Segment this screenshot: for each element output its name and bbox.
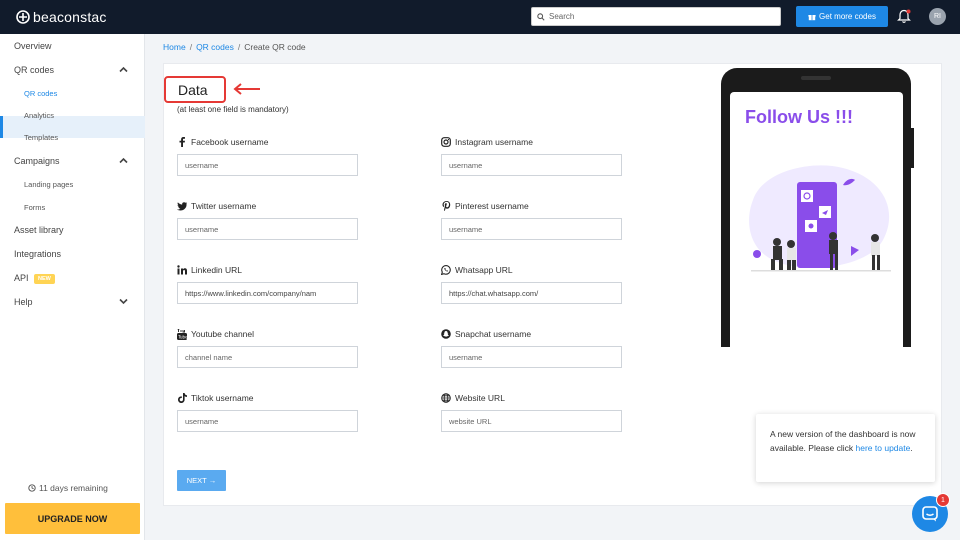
globe-icon	[441, 393, 451, 403]
sidebar-item-templates[interactable]: Templates	[24, 133, 58, 142]
brand-name: beaconstac	[33, 9, 107, 25]
tiktok-label: Tiktok username	[177, 393, 254, 403]
chat-unread-badge: 1	[936, 493, 950, 507]
facebook-label-text: Facebook username	[191, 137, 269, 147]
facebook-username-input[interactable]	[177, 154, 358, 176]
beaconstac-logo-icon	[16, 10, 30, 24]
sidebar-item-landing-pages[interactable]: Landing pages	[24, 180, 73, 189]
breadcrumb: Home / QR codes / Create QR code	[163, 42, 306, 52]
twitter-username-input[interactable]	[177, 218, 358, 240]
youtube-label-text: Youtube channel	[191, 329, 255, 339]
update-link[interactable]: here to update	[856, 443, 911, 453]
whatsapp-icon	[441, 265, 451, 275]
website-label-text: Website URL	[455, 393, 505, 403]
instagram-label: Instagram username	[441, 137, 533, 147]
search-box[interactable]	[531, 7, 781, 26]
chevron-up-icon[interactable]	[119, 66, 128, 73]
youtube-label: Tube Youtube channel	[177, 328, 255, 340]
breadcrumb-qr-codes[interactable]: QR codes	[196, 42, 234, 52]
social-media-illustration	[749, 165, 891, 272]
pinterest-icon	[441, 201, 451, 211]
sidebar-item-api[interactable]: API	[14, 273, 29, 283]
youtube-icon: Tube	[177, 328, 187, 340]
upgrade-now-button[interactable]: UPGRADE NOW	[5, 503, 140, 534]
brand-logo[interactable]: beaconstac	[16, 9, 107, 25]
whatsapp-url-input[interactable]	[441, 282, 622, 304]
tiktok-label-text: Tiktok username	[191, 393, 254, 403]
pinterest-username-input[interactable]	[441, 218, 622, 240]
sidebar-item-qr-codes[interactable]: QR codes	[14, 65, 54, 75]
twitter-label: Twitter username	[177, 201, 256, 211]
youtube-channel-input[interactable]	[177, 346, 358, 368]
sidebar-active-highlight	[0, 116, 145, 138]
clock-icon	[28, 484, 36, 492]
new-badge: NEW	[34, 274, 55, 284]
next-button[interactable]: NEXT →	[177, 470, 226, 491]
tiktok-icon	[177, 393, 187, 403]
sidebar: Overview QR codes QR codes Analytics Tem…	[0, 34, 145, 540]
whatsapp-label: Whatsapp URL	[441, 265, 513, 275]
phone-side-button	[911, 128, 914, 168]
top-navbar: beaconstac Get more codes RI	[0, 0, 960, 34]
pinterest-label: Pinterest username	[441, 201, 529, 211]
linkedin-icon	[177, 265, 187, 275]
whatsapp-label-text: Whatsapp URL	[455, 265, 513, 275]
search-input[interactable]	[549, 12, 769, 21]
snapchat-label: Snapchat username	[441, 329, 531, 339]
sidebar-item-qr-codes-list[interactable]: QR codes	[24, 89, 57, 98]
phone-speaker	[801, 76, 831, 80]
sidebar-item-overview[interactable]: Overview	[14, 41, 52, 51]
sidebar-item-asset-library[interactable]: Asset library	[14, 225, 64, 235]
pinterest-label-text: Pinterest username	[455, 201, 529, 211]
user-avatar[interactable]: RI	[929, 8, 946, 25]
breadcrumb-current: Create QR code	[244, 42, 306, 52]
instagram-icon	[441, 137, 451, 147]
chevron-up-icon[interactable]	[119, 157, 128, 164]
snapchat-username-input[interactable]	[441, 346, 622, 368]
instagram-label-text: Instagram username	[455, 137, 533, 147]
sidebar-item-help[interactable]: Help	[14, 297, 33, 307]
gift-icon	[808, 14, 816, 20]
linkedin-label-text: Linkedin URL	[191, 265, 243, 275]
notifications-bell-icon[interactable]	[897, 9, 911, 29]
get-more-codes-button[interactable]: Get more codes	[796, 6, 888, 27]
twitter-label-text: Twitter username	[191, 201, 257, 211]
section-title: Data	[164, 76, 226, 103]
snapchat-label-text: Snapchat username	[455, 329, 532, 339]
instagram-username-input[interactable]	[441, 154, 622, 176]
facebook-icon	[177, 137, 187, 147]
search-icon	[537, 12, 545, 21]
linkedin-label: Linkedin URL	[177, 265, 242, 275]
breadcrumb-home[interactable]: Home	[163, 42, 186, 52]
sidebar-item-campaigns[interactable]: Campaigns	[14, 156, 60, 166]
linkedin-url-input[interactable]	[177, 282, 358, 304]
twitter-icon	[177, 201, 187, 211]
days-remaining-text: 11 days remaining	[39, 483, 108, 493]
preview-headline: Follow Us !!!	[745, 107, 853, 127]
chevron-down-icon[interactable]	[119, 298, 128, 305]
chat-icon	[922, 506, 938, 522]
get-more-codes-label: Get more codes	[819, 12, 876, 21]
update-notification-popup: A new version of the dashboard is now av…	[756, 414, 935, 482]
sidebar-item-integrations[interactable]: Integrations	[14, 249, 61, 259]
arrow-left-icon	[233, 83, 260, 95]
update-notification-end: .	[910, 442, 913, 453]
trial-days-remaining: 11 days remaining	[28, 483, 108, 493]
svg-text:Tube: Tube	[177, 334, 187, 339]
sidebar-item-forms[interactable]: Forms	[24, 203, 45, 212]
snapchat-icon	[441, 329, 451, 339]
website-label: Website URL	[441, 393, 505, 403]
facebook-label: Facebook username	[177, 137, 269, 147]
sidebar-item-analytics[interactable]: Analytics	[24, 111, 54, 120]
mandatory-note: (at least one field is mandatory)	[177, 105, 289, 114]
tiktok-username-input[interactable]	[177, 410, 358, 432]
website-url-input[interactable]	[441, 410, 622, 432]
